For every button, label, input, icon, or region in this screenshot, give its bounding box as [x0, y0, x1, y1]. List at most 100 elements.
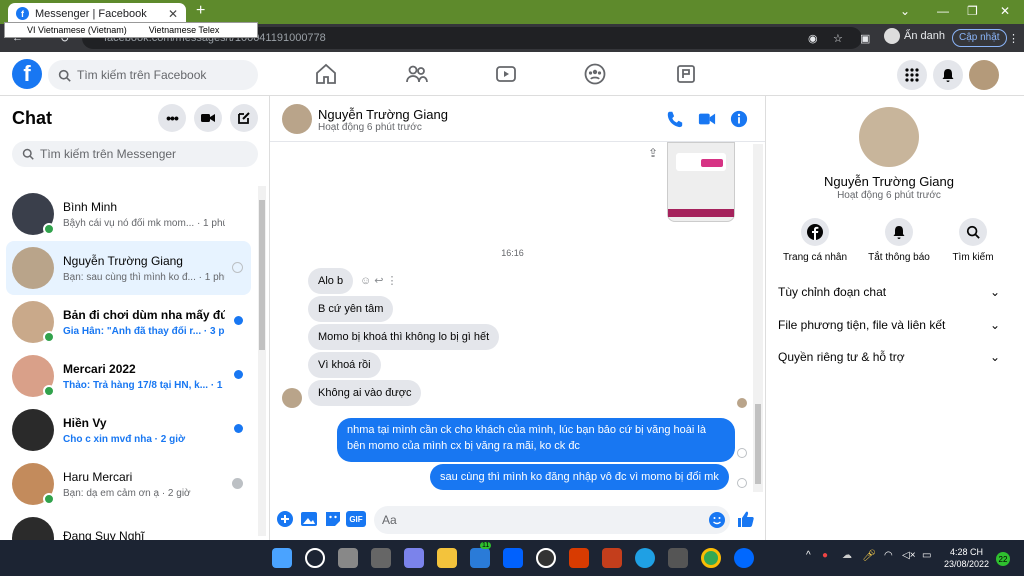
- chrome-icon[interactable]: [701, 548, 721, 568]
- conversation-item[interactable]: Haru Mercari Bạn: dạ em cảm ơn ạ · 2 giờ: [6, 457, 251, 511]
- conversation-info-icon[interactable]: [730, 110, 748, 128]
- share-icon[interactable]: ⇪: [648, 146, 658, 160]
- facebook-search-input[interactable]: Tìm kiếm trên Facebook: [48, 60, 258, 90]
- image-attachment[interactable]: [667, 142, 735, 222]
- task-view-icon[interactable]: [338, 548, 358, 568]
- received-message[interactable]: Momo bị khoá thì không lo bị gì hết: [308, 324, 500, 350]
- office-icon[interactable]: [569, 548, 589, 568]
- minimize-icon[interactable]: —: [937, 4, 949, 18]
- received-message[interactable]: Không ai vào được: [308, 380, 422, 406]
- groups-icon[interactable]: [583, 62, 607, 86]
- scrollbar-thumb[interactable]: [259, 200, 265, 350]
- received-message[interactable]: Alo b: [308, 268, 354, 294]
- section-label: Quyền riêng tư & hỗ trợ: [778, 350, 905, 364]
- section-privacy-support[interactable]: Quyền riêng tư & hỗ trợ ⌄: [778, 350, 1000, 364]
- like-thumbs-up-icon[interactable]: [737, 510, 755, 528]
- unread-dot-icon: [234, 424, 243, 433]
- sticker-icon[interactable]: [324, 510, 342, 528]
- conversation-item[interactable]: Bình Minh Bậyh cái vụ nó đổi mk mom... · …: [6, 187, 251, 241]
- facebook-logo-icon[interactable]: f: [12, 59, 42, 89]
- conversation-item[interactable]: Đang Suy Nghĩ: [6, 511, 251, 540]
- profile-page-button[interactable]: Trang cá nhân: [775, 218, 855, 263]
- ime-language-bar[interactable]: VI Vietnamese (Vietnam) Vietnamese Telex: [4, 22, 258, 38]
- browser-tab[interactable]: f Messenger | Facebook ✕: [8, 3, 186, 24]
- message-input[interactable]: Aa: [374, 506, 730, 534]
- dropbox-icon[interactable]: [503, 548, 523, 568]
- mail-icon[interactable]: 11: [470, 542, 492, 568]
- profile-avatar[interactable]: [859, 107, 919, 167]
- tracking-blocked-icon[interactable]: ◉: [808, 32, 818, 45]
- conversation-item[interactable]: Bản đi chơi dùm nha mấy đứa Gia Hân: "Anh…: [6, 295, 251, 349]
- close-window-icon[interactable]: ✕: [1000, 4, 1010, 18]
- tray-cloud-icon[interactable]: ☁: [842, 550, 852, 561]
- message-scrollbar[interactable]: [753, 144, 763, 492]
- camera-icon[interactable]: [668, 548, 688, 568]
- zalo-icon[interactable]: [734, 548, 754, 568]
- teams-chat-icon[interactable]: [404, 548, 424, 568]
- avatar[interactable]: [282, 104, 312, 134]
- conversation-item-active[interactable]: Nguyễn Trường Giang Bạn: sau cùng thì mìn…: [6, 241, 251, 295]
- microphone-icon[interactable]: 🎤︎: [862, 549, 876, 562]
- message-timestamp: 16:16: [501, 248, 524, 258]
- file-explorer-icon[interactable]: [437, 548, 457, 568]
- incognito-profile[interactable]: Ẩn danh: [884, 28, 945, 44]
- bookmark-star-icon[interactable]: ☆: [833, 32, 843, 45]
- received-message[interactable]: B cứ yên tâm: [308, 296, 394, 322]
- update-button[interactable]: Cập nhật: [952, 29, 1007, 47]
- home-icon[interactable]: [314, 62, 338, 86]
- friends-icon[interactable]: [405, 62, 429, 86]
- maximize-icon[interactable]: ❐: [967, 4, 978, 18]
- volume-muted-icon[interactable]: ◁×: [902, 550, 916, 561]
- battery-icon[interactable]: ▭: [922, 550, 931, 561]
- new-message-icon[interactable]: [230, 104, 258, 132]
- menu-grid-icon[interactable]: [897, 60, 927, 90]
- start-windows-icon[interactable]: [272, 548, 292, 568]
- video-call-icon[interactable]: [698, 110, 716, 128]
- gif-icon[interactable]: GIF: [346, 511, 366, 527]
- search-icon[interactable]: [305, 548, 325, 568]
- voice-call-icon[interactable]: [666, 110, 684, 128]
- chrome-menu-icon[interactable]: ⋮: [1008, 32, 1019, 45]
- powerpoint-icon[interactable]: [602, 548, 622, 568]
- conversation-title[interactable]: Nguyễn Trường Giang: [318, 107, 448, 122]
- section-media-files[interactable]: File phương tiện, file và liên kết ⌄: [778, 318, 1000, 332]
- scrollbar-thumb[interactable]: [755, 404, 761, 484]
- attach-photo-icon[interactable]: [300, 510, 318, 528]
- tray-app-icon[interactable]: ●: [822, 550, 828, 561]
- edge-icon[interactable]: [635, 548, 655, 568]
- tray-chevron-icon[interactable]: ^: [806, 550, 811, 561]
- notification-center-badge[interactable]: 22: [996, 552, 1010, 566]
- widgets-icon[interactable]: [371, 548, 391, 568]
- more-options-icon[interactable]: •••: [158, 104, 186, 132]
- conversation-preview: Bạn: sau cùng thì mình ko đ... · 1 phút: [63, 271, 225, 283]
- received-message[interactable]: Vì khoá rồi: [308, 352, 381, 378]
- profile-status: Hoạt động 6 phút trước: [837, 190, 941, 201]
- conversation-item[interactable]: Mercari 2022 Thảo: Trả hàng 17/8 tại HN, …: [6, 349, 251, 403]
- new-room-video-icon[interactable]: [194, 104, 222, 132]
- account-avatar[interactable]: [969, 60, 999, 90]
- close-tab-icon[interactable]: ✕: [168, 7, 178, 21]
- sent-message[interactable]: sau cùng thì mình ko đăng nhập vô đc vì …: [430, 464, 729, 490]
- system-clock[interactable]: 4:28 CH 23/08/2022: [944, 546, 989, 570]
- more-actions-plus-icon[interactable]: [276, 510, 294, 528]
- tab-search-icon[interactable]: ⌄: [900, 4, 910, 18]
- conversation-name: Bản đi chơi dùm nha mấy đứa: [63, 307, 225, 322]
- search-in-conversation-button[interactable]: Tìm kiếm: [933, 218, 1013, 263]
- mute-notifications-button[interactable]: Tắt thông báo: [859, 218, 939, 263]
- notifications-bell-icon[interactable]: [933, 60, 963, 90]
- sent-message[interactable]: nhma tại mình cần ck cho khách của mình,…: [337, 418, 735, 462]
- react-emoji-icon[interactable]: ☺ ↩ ⋮: [360, 274, 398, 287]
- messenger-search-input[interactable]: Tìm kiếm trên Messenger: [12, 141, 258, 167]
- conversation-item[interactable]: Hiền Vy Cho c xin mvđ nha · 2 giờ: [6, 403, 251, 457]
- gaming-icon[interactable]: [674, 62, 698, 86]
- message-list: ⇪ 16:16 Alo b ☺ ↩ ⋮ B cứ yên tâm Momo bị…: [270, 142, 765, 498]
- github-icon[interactable]: [536, 548, 556, 568]
- emoji-icon[interactable]: [708, 511, 726, 529]
- profile-name: Nguyễn Trường Giang: [824, 174, 954, 189]
- section-customize-chat[interactable]: Tùy chỉnh đoạn chat ⌄: [778, 285, 1000, 299]
- new-tab-icon[interactable]: +: [196, 2, 205, 20]
- chat-list-scrollbar[interactable]: [258, 186, 266, 536]
- wifi-icon[interactable]: ◠: [884, 550, 893, 561]
- watch-icon[interactable]: [494, 62, 518, 86]
- side-panel-icon[interactable]: ▣: [860, 32, 870, 45]
